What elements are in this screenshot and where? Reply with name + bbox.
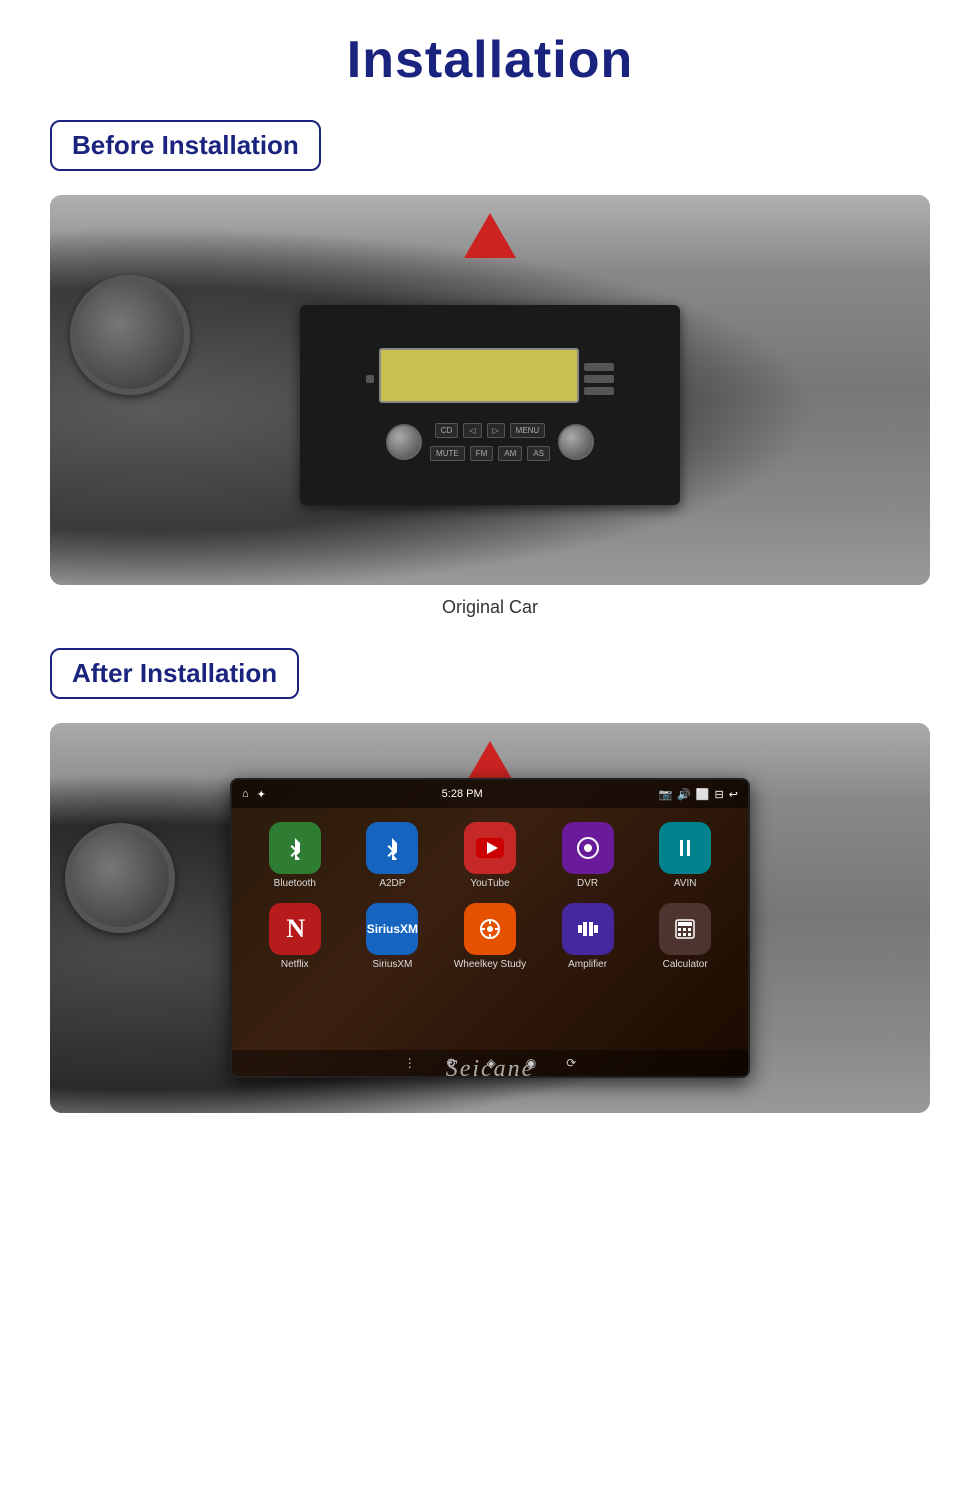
as-btn: AS xyxy=(527,446,550,461)
radio-display xyxy=(379,348,579,403)
camera-icon: 📷 xyxy=(658,788,672,801)
android-statusbar: ⌂ ✦ 5:28 PM 📷 🔊 ⬜ ⊟ ↩ xyxy=(232,780,748,808)
after-car-image: ⌂ ✦ 5:28 PM 📷 🔊 ⬜ ⊟ ↩ xyxy=(50,723,930,1113)
fwd-btn: ▷ xyxy=(487,423,505,438)
hazard-triangle-before xyxy=(464,213,516,258)
app-amplifier[interactable]: Amplifier xyxy=(545,903,631,970)
dvr-icon xyxy=(562,822,614,874)
signal-icon: ⊟ xyxy=(715,788,724,801)
app-grid-row1: Bluetooth A2DP xyxy=(232,808,748,903)
app-grid-row2: N Netflix SiriusXM SiriusXM xyxy=(232,903,748,984)
android-screen: ⌂ ✦ 5:28 PM 📷 🔊 ⬜ ⊟ ↩ xyxy=(230,778,750,1078)
radio-controls: CD ◁ ▷ MENU MUTE FM AM AS xyxy=(386,421,594,463)
statusbar-time: 5:28 PM xyxy=(442,788,483,800)
wifi-icon: ✦ xyxy=(257,788,266,801)
dvr-label: DVR xyxy=(577,878,598,889)
siriusxm-icon: SiriusXM xyxy=(366,903,418,955)
wheelkey-icon xyxy=(464,903,516,955)
page-title: Installation xyxy=(347,30,633,90)
am-btn: AM xyxy=(498,446,522,461)
home-icon: ⌂ xyxy=(242,788,249,800)
before-car-image: CD ◁ ▷ MENU MUTE FM AM AS xyxy=(50,195,930,585)
amplifier-icon xyxy=(562,903,614,955)
a2dp-icon xyxy=(366,822,418,874)
app-wheelkey[interactable]: Wheelkey Study xyxy=(447,903,533,970)
app-bluetooth[interactable]: Bluetooth xyxy=(252,822,338,889)
amplifier-label: Amplifier xyxy=(568,959,607,970)
cd-btn: CD xyxy=(435,423,459,438)
calculator-icon xyxy=(659,903,711,955)
bluetooth-icon xyxy=(269,822,321,874)
menu-btn: MENU xyxy=(510,423,546,438)
battery-icon: ⬜ xyxy=(696,788,710,801)
youtube-label: YouTube xyxy=(470,878,509,889)
calculator-label: Calculator xyxy=(663,959,708,970)
netflix-icon: N xyxy=(269,903,321,955)
seicane-brand: Seicane xyxy=(446,1056,535,1083)
mute-btn: MUTE xyxy=(430,446,465,461)
before-interior: CD ◁ ▷ MENU MUTE FM AM AS xyxy=(50,195,930,585)
steering-wheel-before xyxy=(70,275,190,395)
reset-icon[interactable]: ⟳ xyxy=(566,1056,576,1070)
youtube-icon xyxy=(464,822,516,874)
app-netflix[interactable]: N Netflix xyxy=(252,903,338,970)
app-siriusxm[interactable]: SiriusXM SiriusXM xyxy=(350,903,436,970)
radio-knob-left xyxy=(386,424,422,460)
statusbar-right-icons: 📷 🔊 ⬜ ⊟ ↩ xyxy=(658,788,738,801)
after-installation-label: After Installation xyxy=(72,658,277,689)
menu-icon[interactable]: ⋮ xyxy=(404,1056,416,1070)
avin-label: AVIN xyxy=(674,878,697,889)
steering-wheel-after xyxy=(65,823,175,933)
avin-icon xyxy=(659,822,711,874)
app-youtube[interactable]: YouTube xyxy=(447,822,533,889)
a2dp-label: A2DP xyxy=(379,878,405,889)
siriusxm-label: SiriusXM xyxy=(372,959,412,970)
after-interior: ⌂ ✦ 5:28 PM 📷 🔊 ⬜ ⊟ ↩ xyxy=(50,723,930,1113)
wheelkey-label: Wheelkey Study xyxy=(454,959,526,970)
app-dvr[interactable]: DVR xyxy=(545,822,631,889)
fm-btn: FM xyxy=(470,446,494,461)
app-calculator[interactable]: Calculator xyxy=(642,903,728,970)
app-a2dp[interactable]: A2DP xyxy=(350,822,436,889)
original-radio-unit: CD ◁ ▷ MENU MUTE FM AM AS xyxy=(300,305,680,505)
bluetooth-label: Bluetooth xyxy=(274,878,316,889)
statusbar-left-icons: ⌂ ✦ xyxy=(242,788,266,801)
before-caption: Original Car xyxy=(442,597,538,618)
before-installation-label: Before Installation xyxy=(72,130,299,161)
back-nav-icon: ↩ xyxy=(729,788,738,801)
app-avin[interactable]: AVIN xyxy=(642,822,728,889)
radio-knob-right xyxy=(558,424,594,460)
netflix-label: Netflix xyxy=(281,959,309,970)
before-installation-badge: Before Installation xyxy=(50,120,321,171)
volume-icon: 🔊 xyxy=(677,788,691,801)
back-btn: ◁ xyxy=(463,423,481,438)
after-installation-badge: After Installation xyxy=(50,648,299,699)
